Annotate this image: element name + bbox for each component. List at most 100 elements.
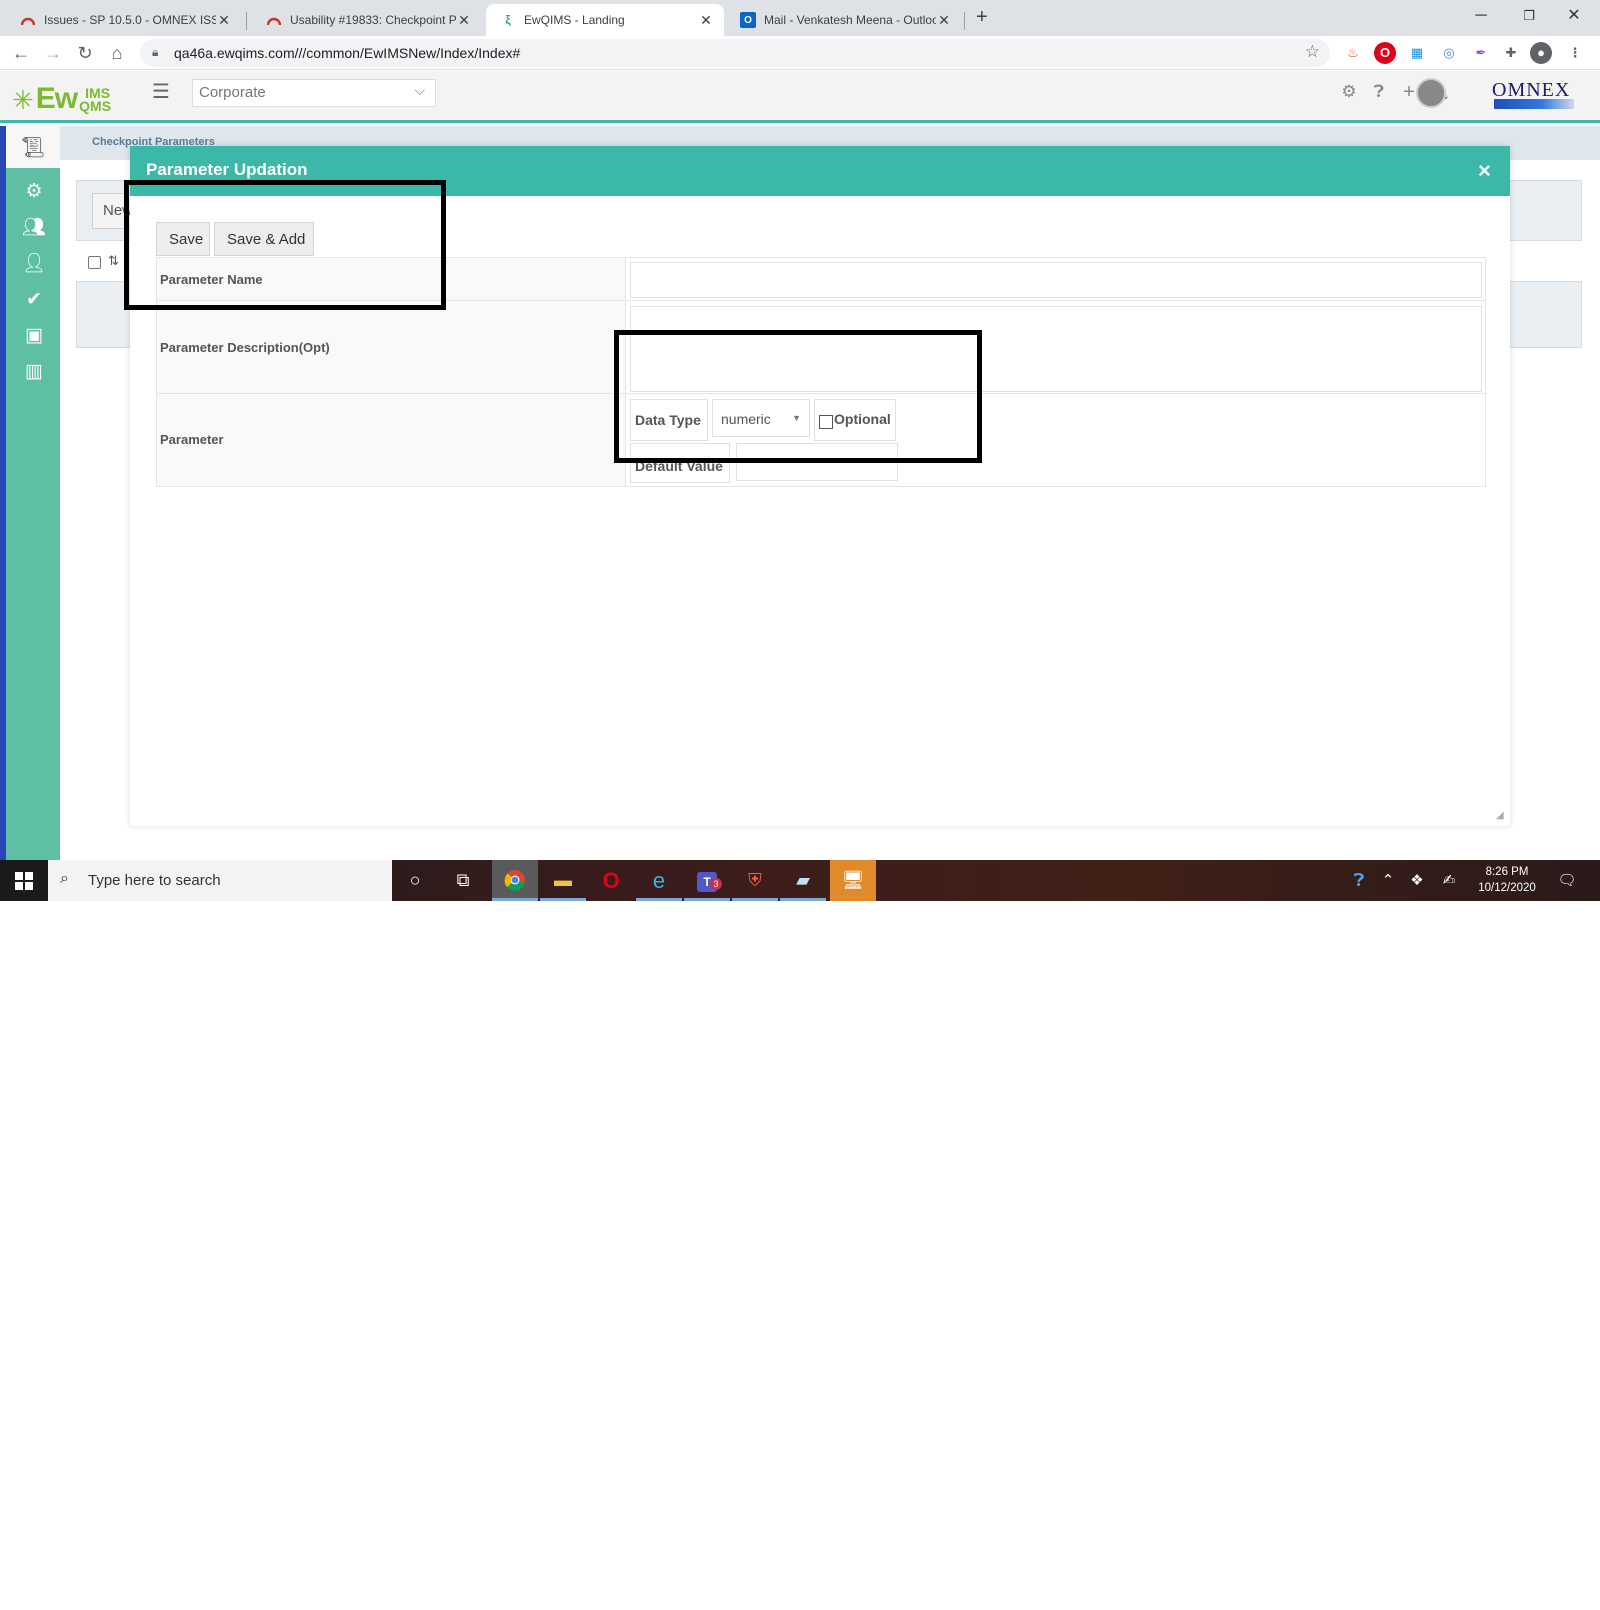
extension-circle-icon[interactable]: ◎ xyxy=(1438,42,1460,64)
sidebar: 📜︎ ⚙ 👥︎ 👤︎ ✔ ▣ ▥ xyxy=(0,126,60,860)
resize-grip-icon[interactable]: ◢ xyxy=(1496,810,1504,821)
omnex-logo: OMNEX xyxy=(1492,79,1576,111)
browser-tab-bar: Issues - SP 10.5.0 - OMNEX ISSUES ✕ Usab… xyxy=(0,0,1600,36)
windows-start-button[interactable] xyxy=(0,860,48,901)
user-shield-icon: 👤︎ xyxy=(21,253,47,274)
sidebar-item-settings[interactable]: ⚙ xyxy=(16,178,52,206)
close-tab-icon[interactable]: ✕ xyxy=(456,12,472,29)
sort-icon[interactable]: ⇅ xyxy=(108,253,119,269)
task-view-icon[interactable]: ⧉ xyxy=(440,860,486,901)
ewims-logo[interactable]: ✳ Ew IMS QMS xyxy=(12,77,111,117)
sidebar-item-user-approval[interactable]: ✔ xyxy=(16,286,52,314)
chrome-icon[interactable] xyxy=(492,860,538,901)
outlook-icon: O xyxy=(740,12,756,28)
tab-label: Mail - Venkatesh Meena - Outlook xyxy=(764,13,936,27)
user-check-icon: ✔ xyxy=(26,289,42,310)
chevron-down-icon: ⌵ xyxy=(414,82,425,98)
taskbar-search[interactable]: ⌕ Type here to search xyxy=(48,860,392,901)
help-tray-icon[interactable]: ❓︎ xyxy=(1344,860,1374,901)
browser-tab-issues[interactable]: Issues - SP 10.5.0 - OMNEX ISSUES ✕ xyxy=(6,4,242,36)
clock-time: 8:26 PM xyxy=(1485,866,1529,878)
close-tab-icon[interactable]: ✕ xyxy=(698,12,714,29)
notifications-icon[interactable]: 🗨︎ xyxy=(1552,860,1582,901)
close-tab-icon[interactable]: ✕ xyxy=(936,12,952,29)
sidebar-item-organization[interactable]: ▥ xyxy=(16,358,52,386)
teams-badge: 3 xyxy=(710,878,722,890)
annotation-box xyxy=(124,180,446,310)
browser-toolbar: ← → ↻ ⌂ 🔒︎ qa46a.ewqims.com///common/EwI… xyxy=(0,36,1600,70)
close-icon[interactable]: × xyxy=(1478,160,1491,182)
minimize-icon[interactable]: ─ xyxy=(1458,4,1504,28)
extension-pen-icon[interactable]: ✒ xyxy=(1470,42,1492,64)
avatar[interactable] xyxy=(1416,78,1446,108)
extension-opera-icon[interactable]: O xyxy=(1374,42,1396,64)
edge-icon[interactable]: e xyxy=(636,860,682,901)
tray-chevron-icon[interactable]: ⌃ xyxy=(1376,860,1400,901)
close-window-icon[interactable]: ✕ xyxy=(1552,4,1596,28)
address-bar[interactable]: 🔒︎ qa46a.ewqims.com///common/EwIMSNew/In… xyxy=(140,39,1330,67)
sidebar-item-documents[interactable]: 📜︎ xyxy=(6,126,60,168)
document-icon: 📜︎ xyxy=(20,136,46,159)
select-all-checkbox[interactable] xyxy=(88,256,101,269)
taskbar-clock[interactable]: 8:26 PM 10/12/2020 xyxy=(1472,864,1542,896)
parameter-label: Parameter xyxy=(160,432,224,447)
reload-icon[interactable]: ↻ xyxy=(72,40,98,66)
redmine-icon xyxy=(266,12,282,28)
sidebar-item-user-security[interactable]: 👤︎ xyxy=(16,250,52,278)
tab-label: EwQIMS - Landing xyxy=(524,13,625,27)
sidebar-item-groups[interactable]: 👥︎ xyxy=(16,214,52,242)
forward-icon[interactable]: → xyxy=(40,40,66,66)
help-icon[interactable]: ❓︎ xyxy=(1368,81,1390,103)
organization-select[interactable]: Corporate ⌵ xyxy=(192,79,436,107)
dropbox-icon[interactable]: ❖ xyxy=(1404,860,1430,901)
bookmark-star-icon[interactable]: ☆ xyxy=(1305,42,1320,62)
tab-separator xyxy=(964,12,965,30)
gear-icon[interactable]: ⚙ xyxy=(1338,81,1360,103)
browser-tab-outlook[interactable]: O Mail - Venkatesh Meena - Outlook ✕ xyxy=(726,4,962,36)
tab-label: Usability #19833: Checkpoint Parameters xyxy=(290,13,456,27)
parameter-name-input[interactable] xyxy=(630,262,1482,298)
modal-title: Parameter Updation xyxy=(146,160,308,179)
building-icon: ▥ xyxy=(25,361,43,382)
sidebar-item-training[interactable]: ▣ xyxy=(16,322,52,350)
back-icon[interactable]: ← xyxy=(8,40,34,66)
clock-date: 10/12/2020 xyxy=(1478,882,1536,894)
annotation-box xyxy=(614,330,982,463)
browser-menu-icon[interactable]: ⋮ xyxy=(1564,42,1586,64)
extension-windows-icon[interactable]: ▦ xyxy=(1406,42,1428,64)
notepad-icon[interactable]: ▰ xyxy=(780,860,826,901)
extensions-puzzle-icon[interactable]: ✚ xyxy=(1500,42,1522,64)
teams-icon[interactable]: T3 xyxy=(684,860,730,901)
extension-fire-icon[interactable]: ♨ xyxy=(1342,42,1364,64)
label-cell xyxy=(157,394,625,486)
ewqims-icon: ξ xyxy=(505,13,511,27)
profile-icon[interactable]: ● xyxy=(1530,42,1552,64)
hamburger-menu-icon[interactable]: ☰ xyxy=(152,79,170,104)
organization-select-value: Corporate xyxy=(199,84,266,101)
tab-separator xyxy=(246,12,247,30)
restore-icon[interactable]: ❐ xyxy=(1506,4,1552,28)
app-header: ✳ Ew IMS QMS ☰ Corporate ⌵ ⚙ ❓︎ + 🔔︎ OMN… xyxy=(0,71,1600,123)
remote-desktop-icon[interactable]: 🖥︎ xyxy=(830,860,876,901)
pen-tray-icon[interactable]: ✍ xyxy=(1436,860,1462,901)
shield-app-icon[interactable]: ⛨ xyxy=(732,860,778,901)
file-explorer-icon[interactable]: ▬ xyxy=(540,860,586,901)
browser-tab-usability[interactable]: Usability #19833: Checkpoint Parameters … xyxy=(252,4,482,36)
cortana-icon[interactable]: ○ xyxy=(392,860,438,901)
windows-logo-icon xyxy=(15,871,33,890)
new-tab-button[interactable]: + xyxy=(976,6,988,29)
taskbar-search-placeholder: Type here to search xyxy=(88,872,221,889)
logo-text: Ew xyxy=(35,82,78,115)
close-tab-icon[interactable]: ✕ xyxy=(216,12,232,29)
users-gear-icon: 👥︎ xyxy=(21,217,47,238)
tab-label: Issues - SP 10.5.0 - OMNEX ISSUES xyxy=(44,13,216,27)
redmine-icon xyxy=(20,12,36,28)
logo-stack: IMS QMS xyxy=(79,86,111,113)
user-board-icon: ▣ xyxy=(25,325,43,346)
browser-tab-ewqims[interactable]: ξ EwQIMS - Landing ✕ xyxy=(486,4,724,36)
logo-sun-icon: ✳ xyxy=(12,85,34,115)
opera-icon[interactable]: O xyxy=(588,860,634,901)
home-icon[interactable]: ⌂ xyxy=(104,40,130,66)
search-icon: ⌕ xyxy=(60,870,69,887)
omnex-logo-text: OMNEX xyxy=(1492,79,1571,101)
